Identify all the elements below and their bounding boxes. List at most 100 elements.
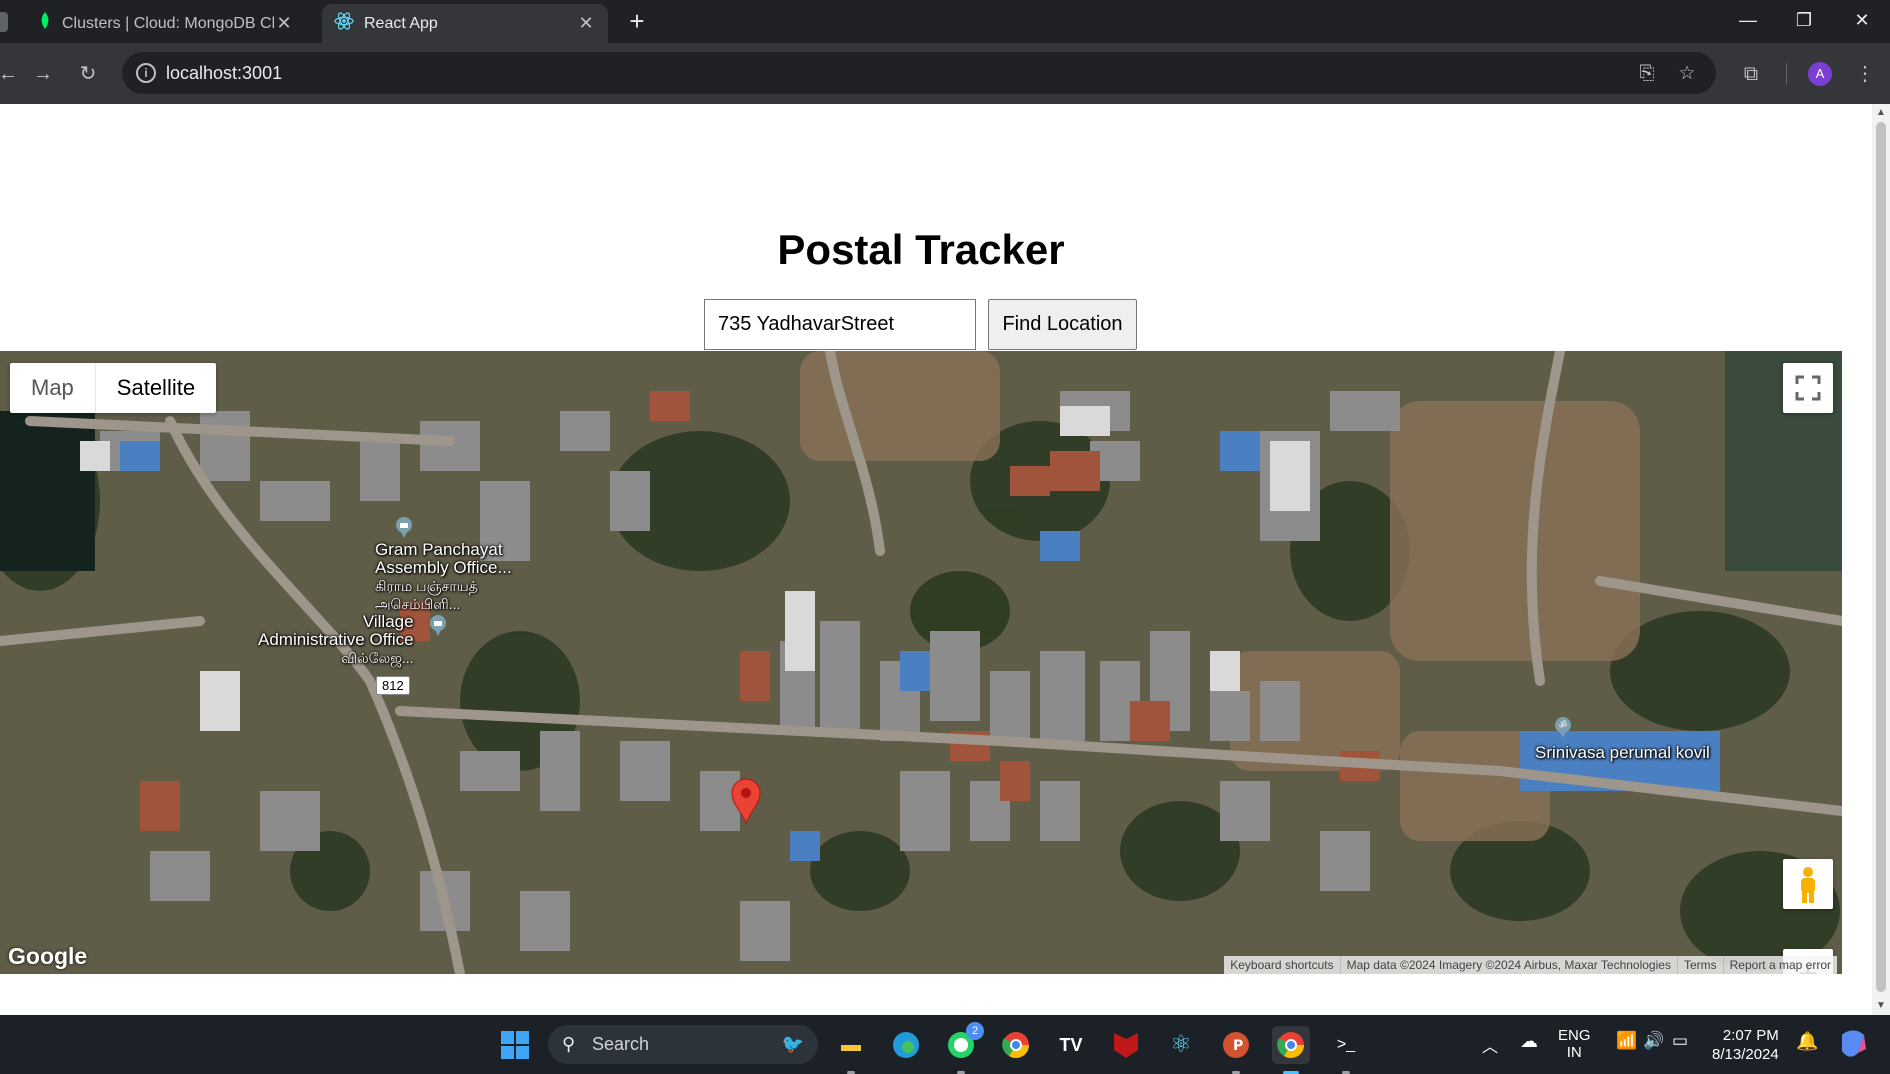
location-marker-icon[interactable] [730,778,762,824]
chrome-logo [1002,1032,1030,1059]
tab-title: React App [364,14,438,32]
google-map[interactable]: Gram Panchayat Assembly Office... கிராம … [0,351,1842,974]
onedrive-cloud-icon[interactable]: ☁ [1520,1031,1538,1052]
tab-mongodb[interactable]: Clusters | Cloud: MongoDB Clou ✕ [26,4,306,43]
svg-text:ॐ: ॐ [1559,720,1567,731]
reload-icon[interactable]: ↻ [72,58,104,90]
avatar[interactable]: A [1808,62,1832,86]
page-title: Postal Tracker [777,226,1065,273]
menu-kebab-icon[interactable]: ⋮ [1849,58,1881,90]
address-input[interactable] [704,299,976,350]
find-location-button[interactable]: Find Location [988,299,1137,350]
scroll-down-icon[interactable]: ▼ [1875,1000,1887,1012]
powerpoint-icon[interactable]: P [1217,1026,1255,1074]
terms-link[interactable]: Terms [1676,956,1723,974]
page-scrollbar[interactable]: ▲ ▼ [1872,104,1890,1015]
react-icon [334,11,354,36]
address-bar[interactable]: i localhost:3001 ⎘ ☆ [122,52,1716,94]
tab-title: Clusters | Cloud: MongoDB Clou [62,14,274,32]
poi-label-line: கிராம பஞ்சாயத் [375,578,478,594]
new-tab-button[interactable]: + [622,6,652,36]
map-attribution: Keyboard shortcuts Map data ©2024 Imager… [1224,956,1837,974]
fullscreen-button[interactable] [1783,363,1833,413]
government-poi-icon[interactable] [427,614,449,636]
google-logo[interactable]: Google [8,943,87,970]
government-poi-icon[interactable] [393,516,415,538]
notification-bell-icon[interactable]: 🔔 [1796,1031,1818,1052]
forward-arrow-icon[interactable]: → [27,58,59,90]
poi-label-line: வில்லேஜ... [341,650,414,666]
start-button[interactable] [496,1026,534,1064]
windows-taskbar: ⚲ Search 🐦 ▬ 2 TV ⚛ P >_ ︿ ☁ ENG IN 📶 🔊 … [0,1015,1890,1074]
poi-label-line: Administrative Office [258,630,414,649]
report-error-link[interactable]: Report a map error [1722,956,1837,974]
language-code: ENG [1558,1027,1591,1044]
mcafee-icon[interactable] [1107,1026,1145,1064]
chrome-profile-icon[interactable] [1272,1026,1310,1074]
close-icon[interactable]: ✕ [274,13,294,34]
fullscreen-icon [1795,375,1821,401]
mongodb-leaf-icon [38,12,52,35]
close-window-icon[interactable]: ✕ [1834,0,1890,40]
browser-tab-bar: Clusters | Cloud: MongoDB Clou ✕ React A… [0,0,1890,43]
edge-icon[interactable] [887,1026,925,1064]
scroll-up-icon[interactable]: ▲ [1875,107,1887,119]
map-type-map-button[interactable]: Map [10,363,96,413]
chrome-logo [1277,1032,1305,1059]
terminal-icon[interactable]: >_ [1327,1026,1365,1074]
search-highlight-icon: 🐦 [781,1034,804,1054]
notification-badge: 2 [966,1022,984,1040]
map-type-satellite-button[interactable]: Satellite [96,363,216,413]
react-devtools-icon[interactable]: ⚛ [1162,1026,1200,1064]
poi-label-line: அசெம்பிளி... [375,596,461,612]
poi-label-temple[interactable]: Srinivasa perumal kovil [1535,744,1710,762]
poi-label[interactable]: Village Administrative Office வில்லேஜ... [258,613,414,667]
minimize-icon[interactable]: — [1720,0,1776,40]
star-icon[interactable]: ☆ [1674,61,1700,87]
tradingview-icon[interactable]: TV [1052,1026,1090,1064]
battery-icon[interactable]: ▭ [1672,1031,1688,1051]
file-explorer-icon[interactable]: ▬ [832,1026,870,1074]
mcafee-logo [1114,1033,1138,1058]
poi-label-line: Village [362,612,414,631]
street-view-pegman-button[interactable] [1783,859,1833,909]
map-type-control: Map Satellite [10,363,217,413]
scrollbar-thumb[interactable] [1876,122,1886,992]
poi-label-line: Gram Panchayat [375,540,503,559]
tab-scroll-left-icon[interactable] [0,12,8,32]
extensions-icon[interactable]: ⧉ [1735,58,1767,90]
taskbar-search-box[interactable]: ⚲ Search 🐦 [548,1025,818,1064]
chrome-icon[interactable] [997,1026,1035,1064]
clock[interactable]: 2:07 PM 8/13/2024 [1712,1026,1779,1064]
powerpoint-logo: P [1223,1032,1249,1058]
whatsapp-icon[interactable]: 2 [942,1022,984,1074]
back-arrow-icon[interactable]: ← [0,58,24,90]
restore-icon[interactable]: ❐ [1776,0,1832,40]
search-icon: ⚲ [562,1034,576,1054]
edge-logo [893,1032,919,1058]
info-icon[interactable]: i [136,63,156,83]
road-shield-812: 812 [376,676,410,695]
language-indicator[interactable]: ENG IN [1558,1027,1591,1061]
browser-toolbar: ← → ↻ i localhost:3001 ⎘ ☆ ⧉ A ⋮ [0,43,1890,104]
region-code: IN [1566,1044,1582,1061]
map-data-text: Map data ©2024 Imagery ©2024 Airbus, Max… [1339,956,1677,974]
copilot-icon[interactable] [1836,1027,1870,1065]
poi-label[interactable]: Gram Panchayat Assembly Office... கிராம … [375,541,512,613]
svg-text:P: P [1233,1038,1243,1054]
toolbar-divider [1786,63,1787,85]
wifi-icon[interactable]: 📶 [1616,1031,1637,1051]
clock-time: 2:07 PM [1722,1027,1779,1044]
install-app-icon[interactable]: ⎘ [1634,61,1660,87]
show-hidden-icons-chevron-icon[interactable]: ︿ [1482,1033,1498,1057]
volume-icon[interactable]: 🔊 [1643,1031,1664,1051]
clock-date: 8/13/2024 [1712,1046,1779,1063]
url-text: localhost:3001 [166,63,283,83]
temple-poi-icon[interactable]: ॐ [1552,716,1574,738]
close-icon[interactable]: ✕ [576,13,596,34]
tab-react-app[interactable]: React App ✕ [322,4,608,43]
windows-logo-icon [501,1031,529,1059]
keyboard-shortcuts-link[interactable]: Keyboard shortcuts [1224,956,1339,974]
search-placeholder: Search [592,1034,650,1054]
pegman-icon [1801,867,1815,903]
